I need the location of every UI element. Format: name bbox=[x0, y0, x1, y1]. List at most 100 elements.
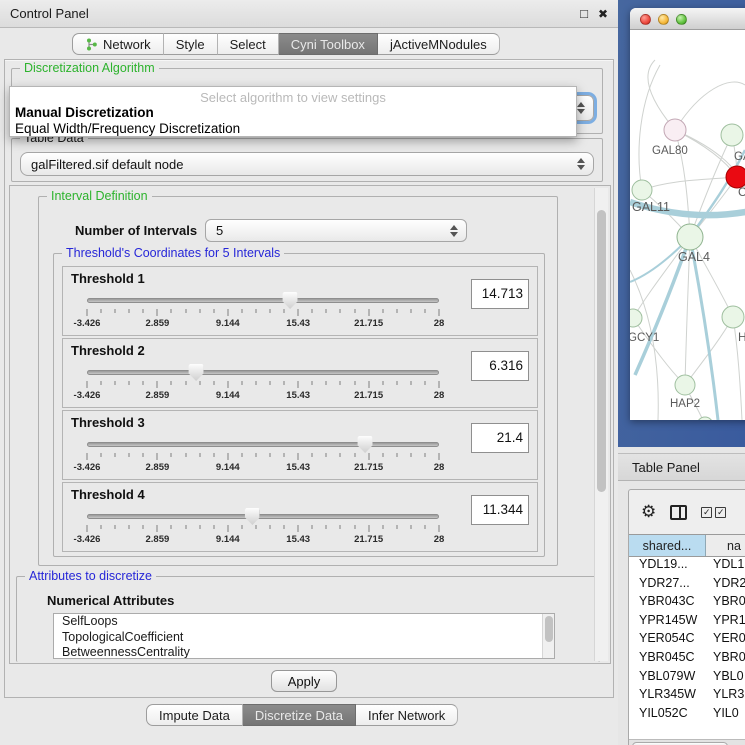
settings-scrollbar[interactable] bbox=[594, 188, 608, 661]
cell[interactable]: YLR3 bbox=[706, 687, 745, 706]
column-header-name[interactable]: na bbox=[706, 535, 745, 556]
columns-icon[interactable] bbox=[670, 505, 687, 520]
numerical-attributes-list[interactable]: SelfLoops TopologicalCoefficient Between… bbox=[53, 613, 555, 659]
slider-thumb[interactable] bbox=[358, 436, 373, 453]
slider-track[interactable] bbox=[87, 298, 439, 303]
popup-hint[interactable]: Select algorithm to view settings bbox=[10, 90, 576, 105]
threshold-4-value-field[interactable]: 11.344 bbox=[471, 495, 529, 525]
table-row[interactable]: YDL19...YDL1 bbox=[629, 557, 745, 576]
threshold-3-value-field[interactable]: 21.4 bbox=[471, 423, 529, 453]
slider-thumb[interactable] bbox=[245, 508, 260, 525]
apply-button[interactable]: Apply bbox=[271, 670, 337, 692]
table-row[interactable]: YBR043CYBR0 bbox=[629, 594, 745, 613]
table-row[interactable]: YBR045CYBR0 bbox=[629, 650, 745, 669]
cell[interactable]: YER054C bbox=[629, 631, 706, 650]
cell[interactable]: YBL0 bbox=[706, 669, 745, 688]
tick-label: 28 bbox=[434, 534, 445, 545]
network-view-window[interactable]: GAL80 GA GAL11 C GAL4 GCY1 H HAP2 bbox=[630, 8, 745, 420]
popup-item-manual-discretization[interactable]: Manual Discretization bbox=[10, 105, 576, 121]
cell[interactable]: YDR2 bbox=[706, 576, 745, 595]
network-canvas[interactable]: GAL80 GA GAL11 C GAL4 GCY1 H HAP2 bbox=[630, 30, 745, 420]
number-of-intervals-combobox[interactable]: 5 bbox=[205, 219, 467, 242]
cell[interactable]: YDL1 bbox=[706, 557, 745, 576]
threshold-2-slider[interactable]: -3.4262.8599.14415.4321.71528 bbox=[87, 363, 439, 405]
tab-jactivemnodules[interactable]: jActiveMNodules bbox=[378, 33, 500, 55]
table-row[interactable]: YDR27...YDR2 bbox=[629, 576, 745, 595]
table-row[interactable]: YPR145WYPR1 bbox=[629, 613, 745, 632]
table-row[interactable]: YER054CYER0 bbox=[629, 631, 745, 650]
node-gal80[interactable] bbox=[664, 119, 686, 141]
cell[interactable]: YER0 bbox=[706, 631, 745, 650]
cell[interactable]: YBL079W bbox=[629, 669, 706, 688]
cell[interactable]: YLR345W bbox=[629, 687, 706, 706]
list-item[interactable]: SelfLoops bbox=[54, 614, 554, 630]
cell[interactable]: YBR0 bbox=[706, 650, 745, 669]
tab-cyni-toolbox[interactable]: Cyni Toolbox bbox=[279, 33, 378, 55]
cell[interactable]: YPR145W bbox=[629, 613, 706, 632]
node-label-gal4: GAL4 bbox=[678, 250, 710, 264]
tab-impute-data[interactable]: Impute Data bbox=[146, 704, 243, 726]
tab-network[interactable]: Network bbox=[72, 33, 164, 55]
close-panel-icon[interactable]: ✖ bbox=[598, 8, 608, 20]
slider-thumb[interactable] bbox=[189, 364, 204, 381]
node-gal4[interactable] bbox=[677, 224, 703, 250]
cell[interactable]: YBR045C bbox=[629, 650, 706, 669]
node[interactable] bbox=[697, 417, 713, 420]
list-item[interactable]: TopologicalCoefficient bbox=[54, 630, 554, 646]
threshold-3-slider[interactable]: -3.4262.8599.14415.4321.71528 bbox=[87, 435, 439, 477]
slider-ticks bbox=[87, 309, 439, 317]
cell[interactable]: YBR0 bbox=[706, 594, 745, 613]
node-gal11[interactable] bbox=[632, 180, 652, 200]
tab-infer-network-label: Infer Network bbox=[368, 708, 445, 723]
column-header-shared-name[interactable]: shared... bbox=[629, 535, 706, 556]
slider-track[interactable] bbox=[87, 442, 439, 447]
attributes-group-title: Attributes to discretize bbox=[25, 569, 156, 583]
gear-icon[interactable]: ⚙ bbox=[641, 502, 656, 522]
tab-select[interactable]: Select bbox=[218, 33, 279, 55]
number-of-intervals-label: Number of Intervals bbox=[75, 223, 197, 238]
node-gcy1[interactable] bbox=[630, 309, 642, 327]
table-row[interactable]: YBL079WYBL0 bbox=[629, 669, 745, 688]
checkbox-icon[interactable]: ✓ bbox=[715, 507, 726, 518]
cell[interactable]: YPR1 bbox=[706, 613, 745, 632]
cell[interactable]: YDL19... bbox=[629, 557, 706, 576]
cell[interactable]: YIL0 bbox=[706, 706, 745, 718]
tab-infer-network[interactable]: Infer Network bbox=[356, 704, 458, 726]
list-scrollbar[interactable] bbox=[542, 614, 554, 658]
settings-scrollbar-thumb[interactable] bbox=[597, 210, 606, 492]
threshold-1-value-field[interactable]: 14.713 bbox=[471, 279, 529, 309]
threshold-4-panel: Threshold 4 -3.4262.8599.14415.4321.7152… bbox=[62, 482, 538, 552]
network-window-titlebar[interactable] bbox=[630, 8, 745, 30]
threshold-3-label: Threshold 3 bbox=[71, 415, 145, 430]
minimize-window-icon[interactable] bbox=[658, 14, 669, 25]
cell[interactable]: YBR043C bbox=[629, 594, 706, 613]
tab-style[interactable]: Style bbox=[164, 33, 218, 55]
float-window-icon[interactable]: □ bbox=[580, 7, 588, 20]
interval-definition-group: Interval Definition Number of Intervals … bbox=[38, 196, 558, 566]
slider-tick-labels: -3.4262.8599.14415.4321.71528 bbox=[87, 534, 439, 545]
node-hap2[interactable] bbox=[675, 375, 695, 395]
node-h[interactable] bbox=[722, 306, 744, 328]
table-row[interactable]: YLR345WYLR3 bbox=[629, 687, 745, 706]
table-data-combobox[interactable]: galFiltered.sif default node bbox=[20, 152, 594, 176]
slider-thumb[interactable] bbox=[283, 292, 298, 309]
threshold-1-slider[interactable]: -3.4262.8599.14415.4321.71528 bbox=[87, 291, 439, 333]
zoom-window-icon[interactable] bbox=[676, 14, 687, 25]
tab-discretize-data[interactable]: Discretize Data bbox=[243, 704, 356, 726]
slider-track[interactable] bbox=[87, 514, 439, 519]
cell[interactable]: YDR27... bbox=[629, 576, 706, 595]
table-row[interactable]: YIL052CYIL0 bbox=[629, 706, 745, 718]
threshold-4-slider[interactable]: -3.4262.8599.14415.4321.71528 bbox=[87, 507, 439, 549]
slider-track[interactable] bbox=[87, 370, 439, 375]
checkbox-icon[interactable]: ✓ bbox=[701, 507, 712, 518]
popup-item-equal-width[interactable]: Equal Width/Frequency Discretization bbox=[10, 121, 576, 137]
threshold-1-label: Threshold 1 bbox=[71, 271, 145, 286]
table-horizontal-scrollbar[interactable] bbox=[629, 739, 745, 745]
tab-style-label: Style bbox=[176, 37, 205, 52]
list-scrollbar-thumb[interactable] bbox=[545, 616, 553, 642]
threshold-2-value-field[interactable]: 6.316 bbox=[471, 351, 529, 381]
close-window-icon[interactable] bbox=[640, 14, 651, 25]
list-item[interactable]: BetweennessCentrality bbox=[54, 645, 554, 659]
cell[interactable]: YIL052C bbox=[629, 706, 706, 718]
node[interactable] bbox=[721, 124, 743, 146]
